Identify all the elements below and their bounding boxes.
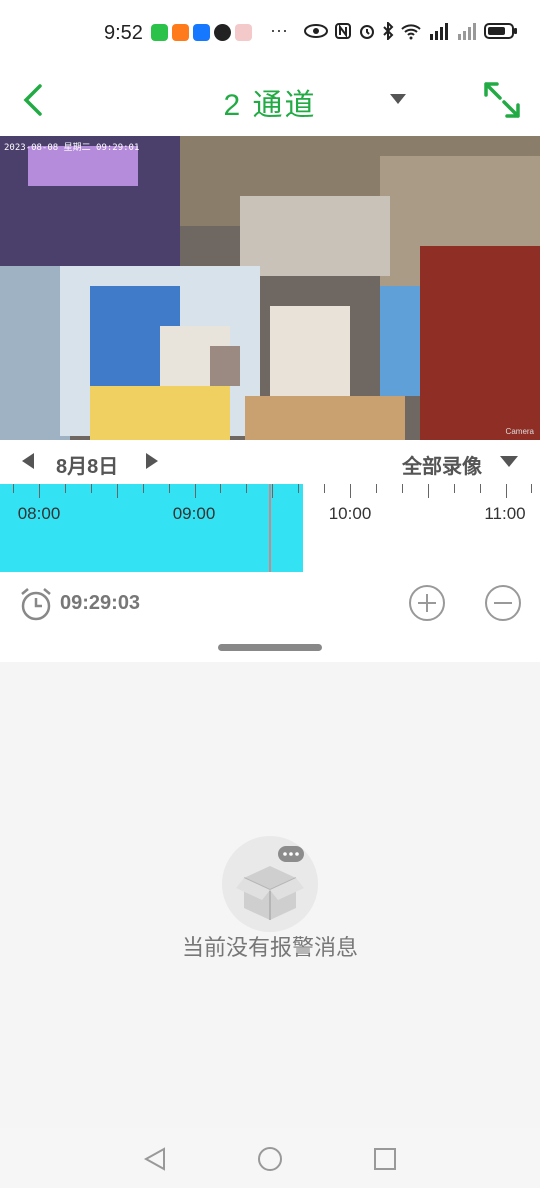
timeline-tick	[116, 484, 118, 498]
playback-timeline[interactable]: 08:00 09:00 10:00 11:00	[0, 484, 540, 572]
zoom-in-icon[interactable]	[408, 584, 446, 622]
time-label-0800: 08:00	[17, 504, 61, 523]
timeline-tick	[64, 484, 66, 493]
timeline-tick	[142, 484, 144, 493]
timeline-tick	[505, 484, 507, 498]
signal-weak-icon	[458, 23, 476, 40]
recording-filter[interactable]: 全部录像	[402, 450, 482, 479]
alarm-clock-icon[interactable]	[18, 586, 54, 622]
current-playback-time: 09:29:03	[60, 592, 141, 614]
timeline-tick	[350, 484, 351, 498]
timeline-tick	[401, 484, 403, 493]
playback-cursor[interactable]	[268, 484, 271, 572]
timeline-tick	[531, 484, 533, 493]
alarm-status-icon	[360, 25, 374, 39]
timeline-tick	[324, 484, 326, 493]
bluetooth-icon	[383, 22, 394, 40]
zoom-out-icon[interactable]	[484, 584, 522, 622]
status-time: 9:52	[104, 22, 143, 44]
camera-frame	[0, 136, 540, 440]
nav-home-icon[interactable]	[257, 1146, 283, 1172]
timeline-tick	[13, 484, 15, 493]
system-navigation-bar	[0, 1128, 540, 1188]
signal-4g-icon	[430, 23, 448, 40]
nfc-icon	[335, 23, 351, 39]
playback-controls: 09:29:03	[0, 572, 540, 662]
wechat-icon	[151, 24, 168, 41]
header: 2 通道	[0, 66, 540, 136]
empty-box-icon	[222, 836, 318, 932]
video-corner-label: Camera	[505, 427, 534, 436]
fullscreen-icon[interactable]	[480, 78, 524, 122]
eye-icon	[304, 24, 328, 38]
next-day-icon[interactable]	[146, 453, 158, 469]
timeline-tick	[168, 484, 170, 493]
filter-dropdown-icon[interactable]	[500, 456, 518, 467]
taobao-icon	[172, 24, 189, 41]
nav-back-icon[interactable]	[142, 1146, 168, 1172]
drag-handle[interactable]	[218, 644, 322, 651]
timeline-tick	[272, 484, 274, 498]
timeline-tick	[479, 484, 481, 493]
wifi-icon	[401, 24, 421, 40]
channel-dropdown-icon[interactable]	[390, 94, 406, 104]
timeline-tick	[298, 484, 300, 493]
time-label-1100: 11:00	[484, 504, 526, 523]
video-timestamp-overlay: 2023-08-08 星期二 09:29:01	[4, 143, 140, 153]
app-notification-icon	[235, 24, 252, 41]
date-navigation: 8月8日 全部录像	[0, 440, 540, 484]
system-icons	[304, 22, 518, 40]
notification-icons	[151, 24, 252, 41]
status-bar: 9:52 ···	[0, 0, 540, 66]
timeline-tick	[39, 484, 40, 498]
qq-icon	[214, 24, 231, 41]
time-label-1000: 10:00	[328, 504, 372, 523]
timeline-tick	[90, 484, 92, 493]
time-label-0900: 09:00	[172, 504, 216, 523]
channel-title[interactable]: 2 通道	[0, 80, 540, 124]
empty-alarm-message: 当前没有报警消息	[181, 935, 358, 960]
more-notifications-icon: ···	[270, 20, 288, 40]
timeline-tick	[246, 484, 248, 493]
timeline-tick	[427, 484, 429, 498]
timeline-tick	[375, 484, 377, 493]
timeline-tick	[220, 484, 222, 493]
timeline-tick	[194, 484, 196, 498]
previous-day-icon[interactable]	[22, 453, 34, 469]
battery-icon	[484, 23, 517, 39]
alipay-icon	[193, 24, 210, 41]
video-player[interactable]: 2023-08-08 星期二 09:29:01 Camera	[0, 136, 540, 440]
current-date[interactable]: 8月8日	[56, 450, 118, 479]
recorded-segment[interactable]	[0, 484, 303, 572]
nav-recents-icon[interactable]	[372, 1146, 398, 1172]
timeline-tick	[453, 484, 455, 493]
